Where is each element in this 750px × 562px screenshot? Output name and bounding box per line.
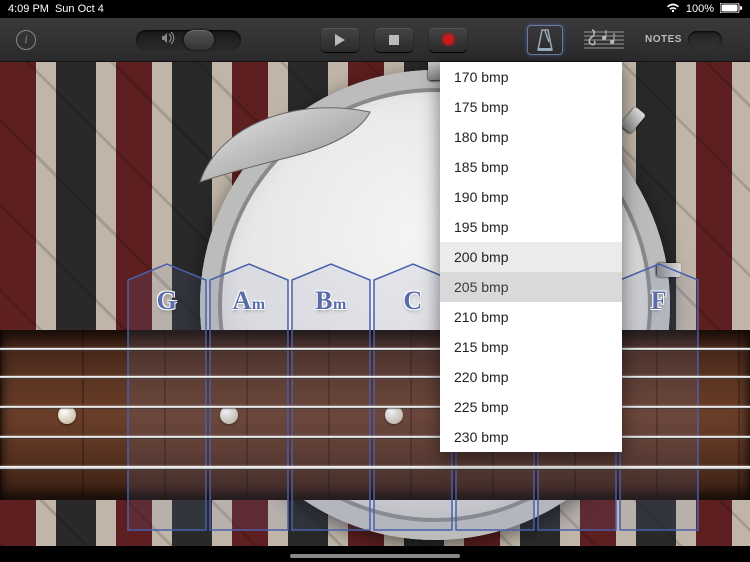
play-icon <box>335 34 345 46</box>
play-button[interactable] <box>321 28 359 52</box>
bpm-option[interactable]: 230 bmp <box>440 422 622 452</box>
metronome-button[interactable] <box>527 25 563 55</box>
toolbar: i <box>0 18 750 62</box>
volume-icon <box>162 32 176 47</box>
app-window: 4:09 PM Sun Oct 4 100% i <box>0 0 750 562</box>
chord-tab-Am[interactable]: Am <box>208 262 290 532</box>
metronome-icon <box>535 28 555 52</box>
stop-button[interactable] <box>375 28 413 52</box>
banjo-armrest <box>190 92 390 212</box>
transport-controls <box>321 28 467 52</box>
bpm-option[interactable]: 210 bmp <box>440 302 622 332</box>
notes-toggle[interactable]: NOTES <box>645 31 722 49</box>
chord-tab-F[interactable]: F <box>618 262 700 532</box>
home-indicator[interactable] <box>290 554 460 558</box>
bpm-option[interactable]: 225 bmp <box>440 392 622 422</box>
chord-label: G <box>126 286 208 316</box>
wifi-icon <box>666 3 680 16</box>
bpm-option[interactable]: 185 bmp <box>440 152 622 182</box>
info-button[interactable]: i <box>16 30 36 50</box>
chord-tab-Bm[interactable]: Bm <box>290 262 372 532</box>
bpm-option[interactable]: 180 bmp <box>440 122 622 152</box>
bpm-option[interactable]: 205 bmp <box>440 272 622 302</box>
bpm-option[interactable]: 170 bmp <box>440 62 622 92</box>
staff-button[interactable] <box>583 27 625 53</box>
stop-icon <box>389 35 399 45</box>
treble-clef-icon <box>584 29 624 51</box>
instrument-stage: GAmBmCDEmF <box>0 62 750 546</box>
chord-label: Am <box>208 286 290 316</box>
bpm-option[interactable]: 215 bmp <box>440 332 622 362</box>
notes-label: NOTES <box>645 34 682 45</box>
status-time: 4:09 PM <box>8 3 49 15</box>
status-date: Sun Oct 4 <box>55 3 104 15</box>
record-icon <box>443 34 454 45</box>
bpm-dropdown[interactable]: 170 bmp175 bmp180 bmp185 bmp190 bmp195 b… <box>440 62 622 452</box>
chord-label: F <box>618 286 700 316</box>
status-bar: 4:09 PM Sun Oct 4 100% <box>0 0 750 18</box>
battery-pct: 100% <box>686 3 714 15</box>
bpm-option[interactable]: 195 bmp <box>440 212 622 242</box>
volume-slider[interactable] <box>136 30 241 50</box>
chord-label: Bm <box>290 286 372 316</box>
bpm-option[interactable]: 200 bmp <box>440 242 622 272</box>
chord-tab-G[interactable]: G <box>126 262 208 532</box>
fret-marker <box>58 406 76 424</box>
volume-knob[interactable] <box>184 30 214 50</box>
bpm-option[interactable]: 220 bmp <box>440 362 622 392</box>
battery-icon <box>720 3 742 16</box>
toggle-pill[interactable] <box>688 31 722 49</box>
record-button[interactable] <box>429 28 467 52</box>
bpm-option[interactable]: 175 bmp <box>440 92 622 122</box>
bpm-option[interactable]: 190 bmp <box>440 182 622 212</box>
